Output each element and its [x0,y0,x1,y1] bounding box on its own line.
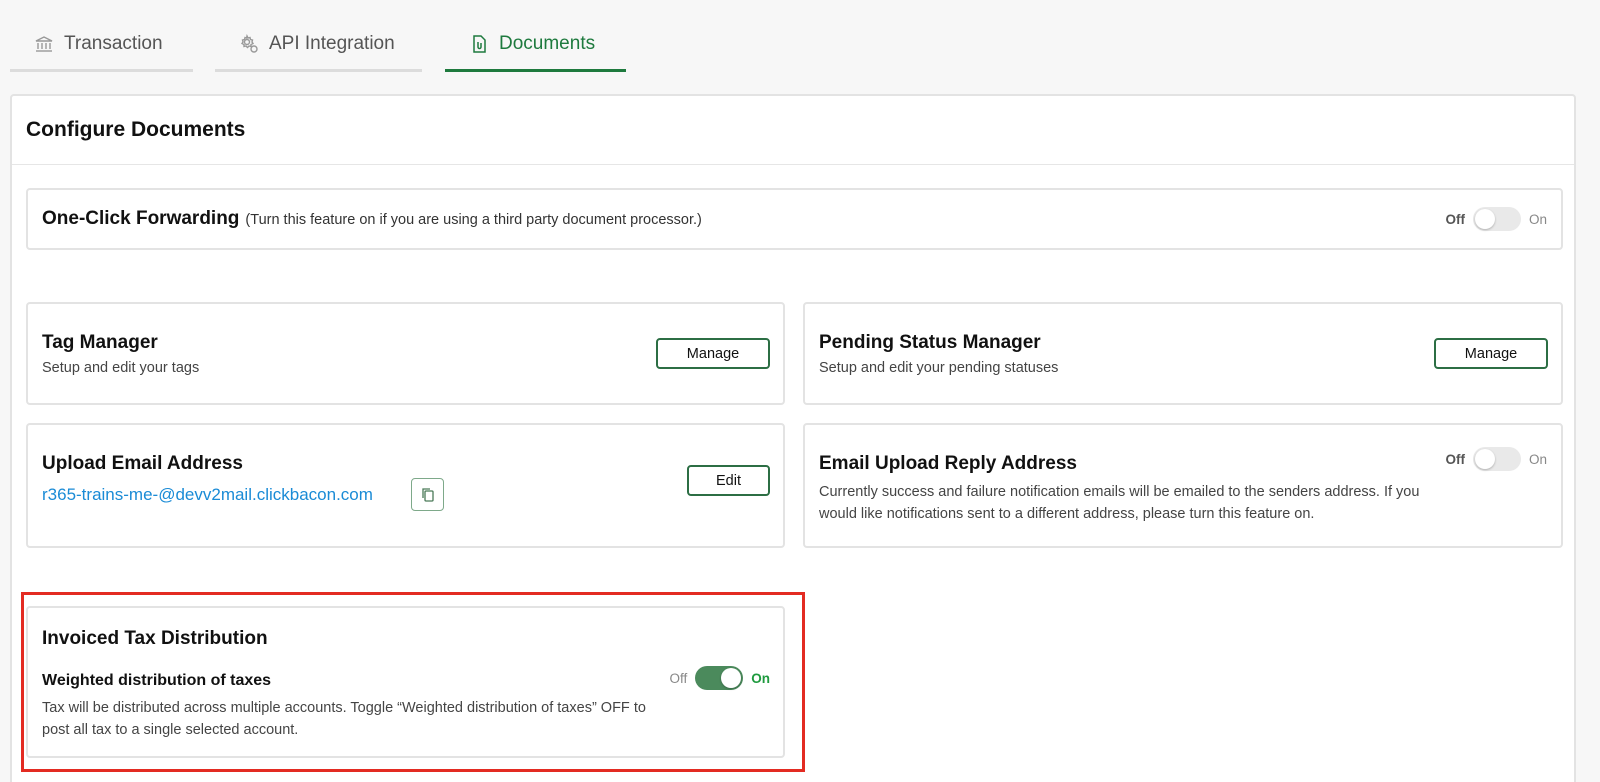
tab-transaction[interactable]: Transaction [10,22,193,72]
toggle-off-label: Off [1445,451,1465,467]
toggle-knob [1474,209,1495,229]
upload-email-card: Upload Email Address r365-trains-me-@dev… [26,423,785,548]
highlight-box [21,592,805,772]
pending-status-manager-manage-button[interactable]: Manage [1434,338,1548,369]
upload-email-address-link[interactable]: r365-trains-me-@devv2mail.clickbacon.com [42,485,373,505]
tab-api-integration[interactable]: API Integration [215,22,422,72]
bank-icon [34,34,54,54]
document-icon [469,34,489,54]
settings-gear-icon [239,34,259,54]
upload-email-title: Upload Email Address [42,453,243,474]
email-upload-reply-toggle-group: Off On [1445,447,1547,471]
one-click-forwarding-note: (Turn this feature on if you are using a… [245,212,702,228]
copy-email-button[interactable] [411,478,444,511]
divider [12,164,1574,165]
tag-manager-manage-button[interactable]: Manage [656,338,770,369]
pending-status-manager-card: Pending Status Manager Setup and edit yo… [803,302,1563,405]
toggle-off-label: Off [1445,211,1465,227]
toggle-knob [1474,449,1495,469]
email-upload-reply-card: Email Upload Reply Address Currently suc… [803,423,1563,548]
pending-status-manager-subtitle: Setup and edit your pending statuses [819,360,1059,376]
pending-status-manager-title: Pending Status Manager [819,332,1041,353]
tab-underline [215,69,422,72]
page-title: Configure Documents [26,118,246,141]
email-upload-reply-title: Email Upload Reply Address [819,453,1077,474]
tab-underline [10,69,193,72]
tab-documents-label: Documents [499,33,596,54]
tab-documents[interactable]: Documents [445,22,626,72]
tab-bar: Transaction API Integration Documents [0,0,1600,72]
upload-email-edit-button[interactable]: Edit [687,465,770,496]
toggle-on-label: On [1528,451,1547,467]
tag-manager-card: Tag Manager Setup and edit your tags Man… [26,302,785,405]
page: Transaction API Integration Documents Co… [0,0,1600,782]
copy-icon [421,487,434,502]
one-click-forwarding-toggle-group: Off On [1445,207,1547,231]
tab-transaction-label: Transaction [64,33,163,54]
tab-api-integration-label: API Integration [269,33,395,54]
tag-manager-title: Tag Manager [42,332,158,353]
tab-underline [445,69,626,72]
one-click-forwarding-title: One-Click Forwarding [42,208,240,229]
email-upload-reply-toggle[interactable] [1472,447,1521,471]
email-upload-reply-description: Currently success and failure notificati… [819,484,1420,522]
one-click-forwarding-toggle[interactable] [1472,207,1521,231]
one-click-forwarding-card: One-Click Forwarding (Turn this feature … [26,188,1563,250]
tag-manager-subtitle: Setup and edit your tags [42,360,200,376]
toggle-on-label: On [1528,211,1547,227]
